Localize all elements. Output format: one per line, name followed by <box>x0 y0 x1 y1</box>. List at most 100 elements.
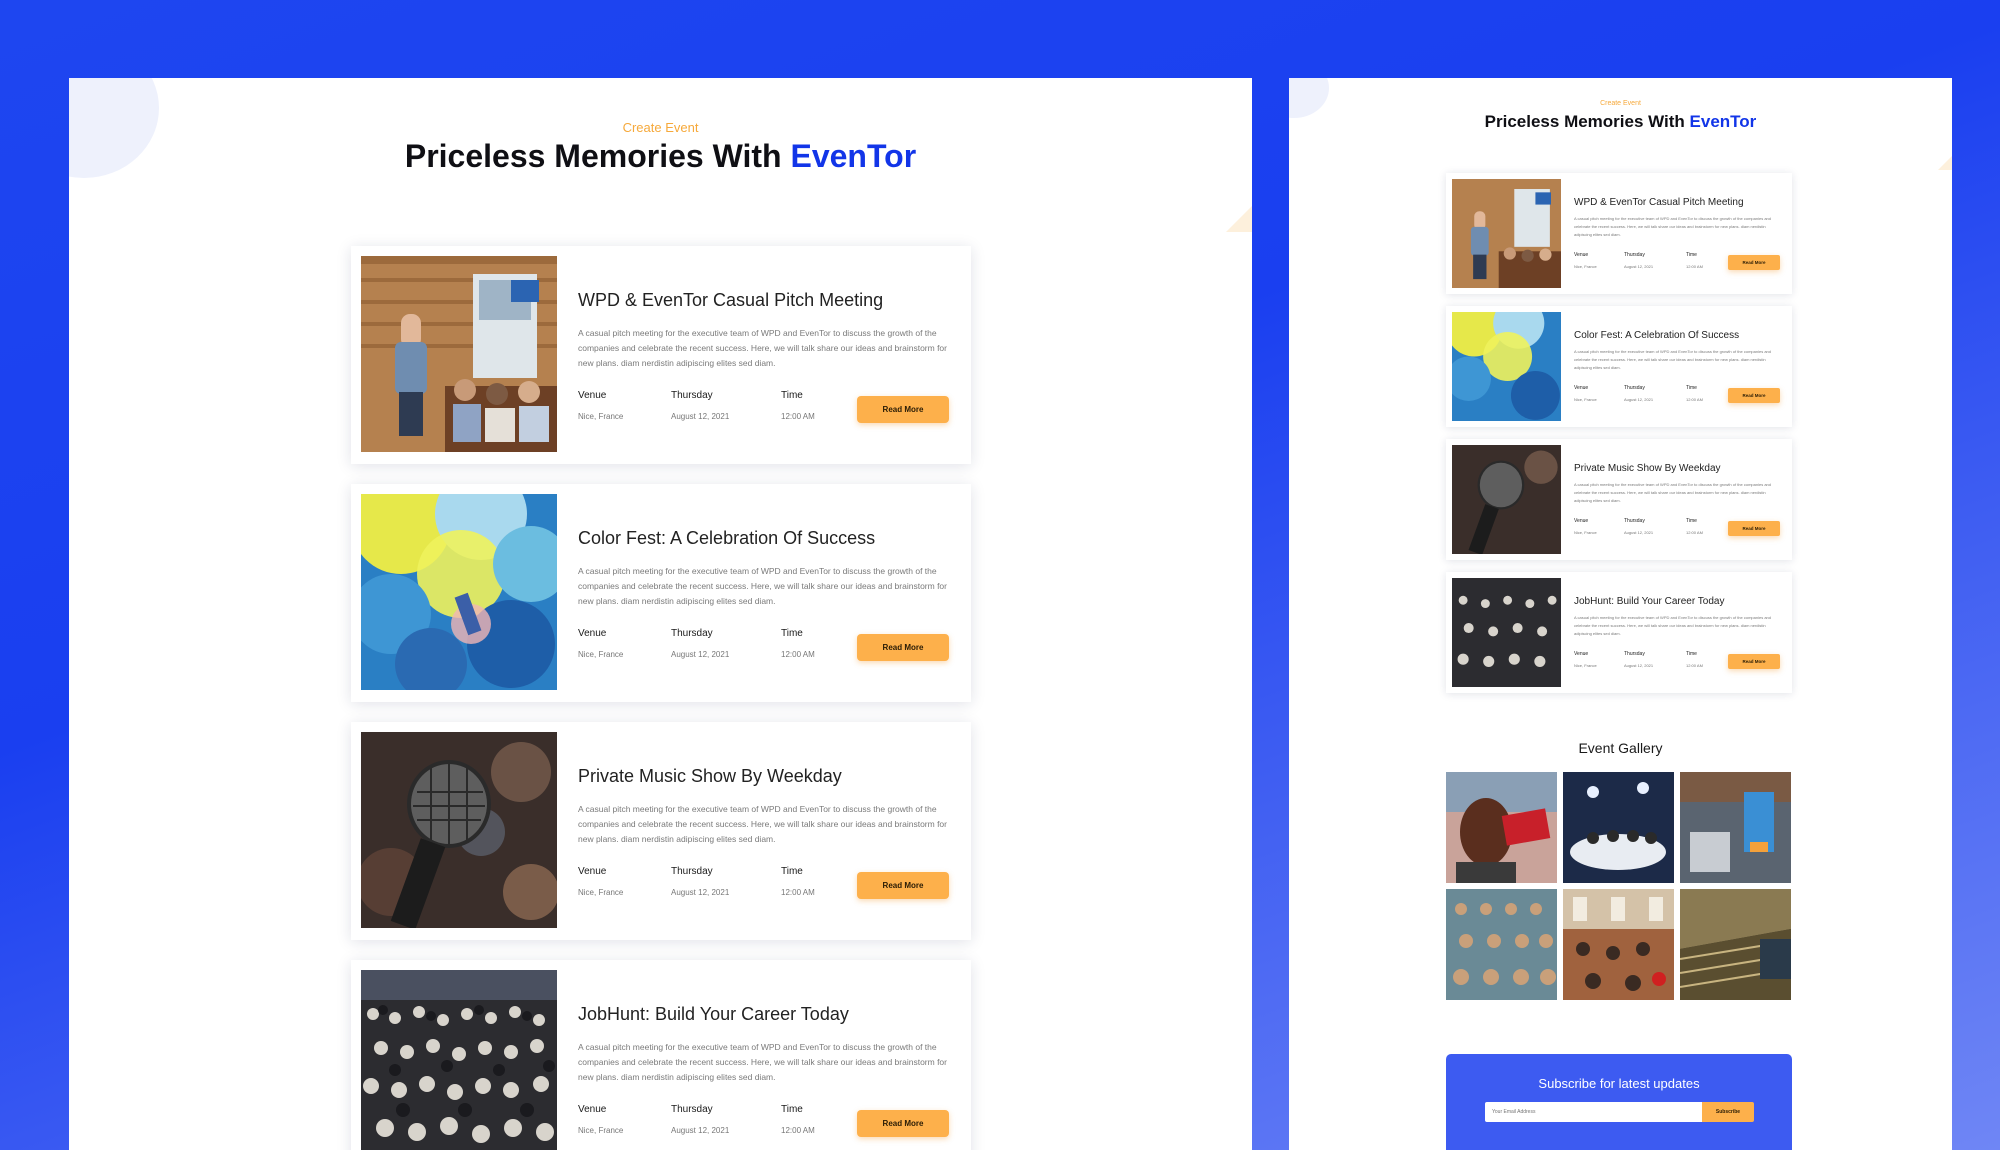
subscribe-title: Subscribe for latest updates <box>1538 1076 1700 1091</box>
event-description: A casual pitch meeting for the executive… <box>1574 482 1771 503</box>
event-date: August 12, 2021 <box>1624 530 1654 535</box>
stage-panel-photo[interactable] <box>1563 772 1674 883</box>
event-card: WPD & EvenTor Casual Pitch Meeting A cas… <box>1446 173 1792 294</box>
heading-prefix: Priceless Memories With <box>404 138 791 174</box>
venue-value: Nice, France <box>578 1126 624 1135</box>
time-label: Time <box>1686 252 1697 258</box>
event-time: 12:00 AM <box>781 412 815 421</box>
heading-prefix: Priceless Memories With <box>1484 112 1690 131</box>
crowd-photo <box>1452 578 1561 687</box>
heading-brand: EvenTor <box>1689 112 1757 131</box>
decorative-triangle <box>1226 206 1252 232</box>
read-more-button[interactable]: Read More <box>857 396 949 423</box>
event-card: Private Music Show By Weekday A casual p… <box>351 722 971 940</box>
event-description: A casual pitch meeting for the executive… <box>1574 615 1771 636</box>
section-eyebrow: Create Event <box>1600 100 1641 107</box>
event-card: Color Fest: A Celebration Of Success A c… <box>351 484 971 702</box>
pitch-meeting-photo <box>1452 179 1561 288</box>
event-day: Thursday <box>1624 252 1645 258</box>
event-card: JobHunt: Build Your Career Today A casua… <box>1446 572 1792 693</box>
subscribe-section: Subscribe for latest updates Subscribe <box>1446 1054 1792 1150</box>
event-date: August 12, 2021 <box>671 1126 730 1135</box>
event-day: Thursday <box>671 628 713 639</box>
read-more-button[interactable]: Read More <box>1728 654 1780 669</box>
auditorium-seats-photo[interactable] <box>1446 889 1557 1000</box>
read-more-button[interactable]: Read More <box>857 1110 949 1137</box>
time-label: Time <box>1686 518 1697 524</box>
time-label: Time <box>781 866 803 877</box>
fullpage-preview-panel: Create Event Priceless Memories With Eve… <box>1289 78 1952 1150</box>
event-day: Thursday <box>671 390 713 401</box>
event-title: Color Fest: A Celebration Of Success <box>578 528 876 548</box>
event-time: 12:00 AM <box>1686 530 1703 535</box>
event-card: WPD & EvenTor Casual Pitch Meeting A cas… <box>351 246 971 464</box>
gallery-title: Event Gallery <box>1578 740 1663 756</box>
event-description: A casual pitch meeting for the executive… <box>578 804 947 844</box>
event-title: Private Music Show By Weekday <box>1574 463 1721 474</box>
event-description: A casual pitch meeting for the executive… <box>1574 349 1771 370</box>
venue-label: Venue <box>1574 252 1589 258</box>
decorative-triangle <box>1938 156 1952 170</box>
event-title: Private Music Show By Weekday <box>578 766 842 786</box>
event-day: Thursday <box>1624 385 1645 391</box>
venue-value: Nice, France <box>1574 530 1597 535</box>
event-date: August 12, 2021 <box>671 888 730 897</box>
event-description: A casual pitch meeting for the executive… <box>578 328 947 368</box>
venue-value: Nice, France <box>578 650 624 659</box>
read-more-button[interactable]: Read More <box>857 634 949 661</box>
event-date: August 12, 2021 <box>1624 397 1654 402</box>
event-date: August 12, 2021 <box>1624 264 1654 269</box>
venue-label: Venue <box>578 628 607 639</box>
banner-hall-photo[interactable] <box>1680 772 1791 883</box>
event-date: August 12, 2021 <box>1624 663 1654 668</box>
section-heading: Priceless Memories With EvenTor <box>69 138 1252 175</box>
event-time: 12:00 AM <box>1686 663 1703 668</box>
event-title: WPD & EvenTor Casual Pitch Meeting <box>578 290 884 310</box>
event-title: JobHunt: Build Your Career Today <box>1574 596 1725 607</box>
venue-label: Venue <box>578 390 607 401</box>
event-description: A casual pitch meeting for the executive… <box>578 566 947 606</box>
event-date: August 12, 2021 <box>671 650 730 659</box>
event-gallery <box>1446 772 1792 1000</box>
venue-label: Venue <box>1574 651 1589 657</box>
lecture-hall-photo[interactable] <box>1680 889 1791 1000</box>
event-day: Thursday <box>1624 651 1645 657</box>
subscribe-button[interactable]: Subscribe <box>1702 1102 1754 1122</box>
event-day: Thursday <box>671 1104 713 1115</box>
read-more-button[interactable]: Read More <box>1728 255 1780 270</box>
event-card: Color Fest: A Celebration Of Success A c… <box>1446 306 1792 427</box>
read-more-button[interactable]: Read More <box>857 872 949 899</box>
read-more-button[interactable]: Read More <box>1728 388 1780 403</box>
event-description: A casual pitch meeting for the executive… <box>578 1042 947 1082</box>
venue-value: Nice, France <box>578 888 624 897</box>
event-time: 12:00 AM <box>1686 264 1703 269</box>
email-input[interactable] <box>1485 1102 1702 1122</box>
color-fest-photo <box>1452 312 1561 421</box>
venue-value: Nice, France <box>1574 264 1597 269</box>
megaphone-photo[interactable] <box>1446 772 1557 883</box>
color-fest-photo <box>361 494 557 690</box>
conference-room-photo[interactable] <box>1563 889 1674 1000</box>
time-label: Time <box>1686 651 1697 657</box>
microphone-photo <box>361 732 557 928</box>
event-time: 12:00 AM <box>781 888 815 897</box>
venue-label: Venue <box>578 866 607 877</box>
venue-value: Nice, France <box>1574 397 1597 402</box>
read-more-button[interactable]: Read More <box>1728 521 1780 536</box>
crowd-photo <box>361 970 557 1150</box>
time-label: Time <box>781 628 803 639</box>
event-time: 12:00 AM <box>781 1126 815 1135</box>
event-card: Private Music Show By Weekday A casual p… <box>1446 439 1792 560</box>
venue-label: Venue <box>1574 518 1589 524</box>
venue-value: Nice, France <box>578 412 624 421</box>
time-label: Time <box>1686 385 1697 391</box>
section-heading: Priceless Memories With EvenTor <box>1289 112 1952 132</box>
desktop-preview-panel: Create Event Priceless Memories With Eve… <box>69 78 1252 1150</box>
microphone-photo <box>1452 445 1561 554</box>
pitch-meeting-photo <box>361 256 557 452</box>
event-time: 12:00 AM <box>781 650 815 659</box>
time-label: Time <box>781 390 803 401</box>
event-description: A casual pitch meeting for the executive… <box>1574 216 1771 237</box>
event-day: Thursday <box>1624 518 1645 524</box>
event-card: JobHunt: Build Your Career Today A casua… <box>351 960 971 1150</box>
